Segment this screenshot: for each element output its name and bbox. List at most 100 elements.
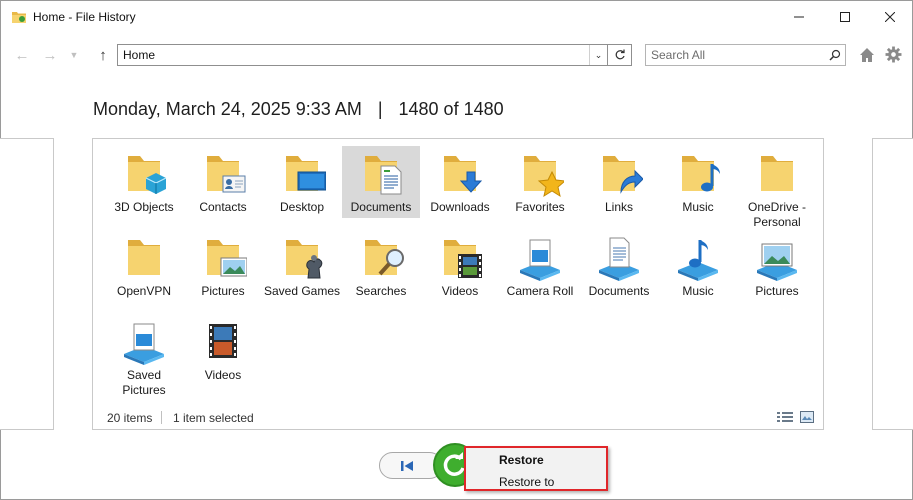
chevron-down-icon: ▼ [69,50,79,60]
close-icon [885,12,895,22]
maximize-button[interactable] [822,1,868,33]
file-item-label: 3D Objects [114,200,174,214]
library-videos-icon [209,324,237,358]
minimize-icon [794,16,804,18]
file-item-label: Searches [355,284,407,298]
library-saved-pictures-icon [124,323,164,365]
file-item-label: Pictures [755,284,799,298]
file-item-label: Desktop [279,200,325,214]
status-divider [161,411,162,424]
file-item[interactable]: Pictures [738,230,816,302]
file-item-label: Downloads [430,200,490,214]
file-item[interactable]: Desktop [263,146,341,218]
file-item[interactable]: Music [659,146,737,218]
folder-music-icon [682,156,720,192]
file-item-label: Documents [588,284,650,298]
address-text[interactable]: Home [118,45,589,65]
maximize-icon [840,12,850,22]
back-button[interactable]: ← [12,45,32,65]
file-item-label: OneDrive - Personal [747,200,806,229]
next-snapshot-panel[interactable] [872,138,913,430]
selection-count: 1 item selected [173,411,254,425]
file-item[interactable]: Contacts [184,146,262,218]
file-item-label: Camera Roll [506,284,574,298]
folder-desktop-icon [286,156,326,191]
window-title: Home - File History [33,10,136,24]
details-view-icon[interactable] [777,411,793,423]
folder-downloads-icon [444,156,483,193]
large-icons-view-icon[interactable] [800,411,814,423]
file-item-label: Saved Pictures [122,368,166,397]
file-item[interactable]: Downloads [421,146,499,218]
folder-openvpn-icon [128,240,160,275]
file-item[interactable]: Camera Roll [501,230,579,302]
restore-context-menu: Restore Restore to [464,446,608,491]
arrow-right-icon: → [42,46,58,64]
menu-item-restore-to[interactable]: Restore to [499,475,554,489]
search-input[interactable] [646,46,825,64]
file-item-label: Links [604,200,633,214]
file-item[interactable]: Saved Games [263,230,341,302]
address-dropdown-button[interactable]: ⌄ [589,45,607,65]
file-item-label: Saved Games [263,284,341,298]
gear-icon[interactable] [885,46,902,63]
title-bar: Home - File History [1,1,912,33]
file-item[interactable]: Searches [342,230,420,302]
folder-videos-icon [444,240,482,278]
recent-locations-button[interactable]: ▼ [64,45,84,65]
folder-searches-icon [365,240,404,276]
file-item-label: OpenVPN [116,284,172,298]
home-icon[interactable] [859,47,875,63]
file-item[interactable]: Pictures [184,230,262,302]
file-item-label: Favorites [515,200,565,214]
file-item[interactable]: 3D Objects [105,146,183,218]
folder-pictures-icon [207,240,247,277]
file-item-label: Pictures [201,284,245,298]
file-item-label: Videos [441,284,479,298]
file-item[interactable]: OpenVPN [105,230,183,302]
forward-button[interactable]: → [40,45,60,65]
address-bar[interactable]: Home ⌄ [117,44,632,66]
menu-item-restore[interactable]: Restore [499,453,544,467]
folder-3d-objects-icon [128,156,167,194]
file-item[interactable]: Documents [342,146,420,218]
file-item[interactable]: Saved Pictures [105,314,183,401]
snapshot-datetime: Monday, March 24, 2025 9:33 AM [93,99,362,119]
file-item[interactable]: Documents [580,230,658,302]
file-list-pane: 3D Objects Contacts Desktop Documents Downlo… [92,138,824,430]
file-item-label: Contacts [199,200,247,214]
file-item[interactable]: Favorites [501,146,579,218]
file-item[interactable]: Videos [421,230,499,302]
item-count: 20 items [107,411,153,425]
folder-documents-icon [365,156,402,195]
minimize-button[interactable] [776,1,822,33]
file-item[interactable]: Links [580,146,658,218]
search-box[interactable] [645,44,846,66]
library-music-icon [678,240,718,281]
chevron-down-icon: ⌄ [594,49,603,60]
search-icon[interactable] [825,49,845,61]
folder-favorites-icon [524,156,564,198]
arrow-up-icon: ↑ [99,46,107,64]
file-history-window: Home - File History ← → ▼ ↑ Home ⌄ Searc… [0,0,913,500]
file-item[interactable]: Music [659,230,737,302]
folder-onedrive-icon [761,156,793,191]
file-item-label: Videos [204,368,242,382]
heading-separator: | [377,99,383,119]
folder-saved-games-icon [286,240,323,279]
library-pictures-icon [757,243,797,281]
library-documents-icon [599,237,639,281]
file-item-label: Music [682,284,714,298]
arrow-left-icon: ← [14,46,30,64]
file-item[interactable]: OneDrive - Personal [738,146,816,233]
up-button[interactable]: ↑ [93,45,113,65]
snapshot-position: 1480 of 1480 [398,99,504,119]
library-camera-roll-icon [520,239,560,281]
snapshot-heading: Monday, March 24, 2025 9:33 AM | 1480 of 1… [93,99,504,120]
close-button[interactable] [867,1,913,33]
skip-previous-icon [401,460,413,471]
refresh-button[interactable] [607,45,631,65]
folder-links-icon [603,156,643,194]
file-item[interactable]: Videos [184,314,262,386]
previous-snapshot-panel[interactable] [0,138,54,430]
